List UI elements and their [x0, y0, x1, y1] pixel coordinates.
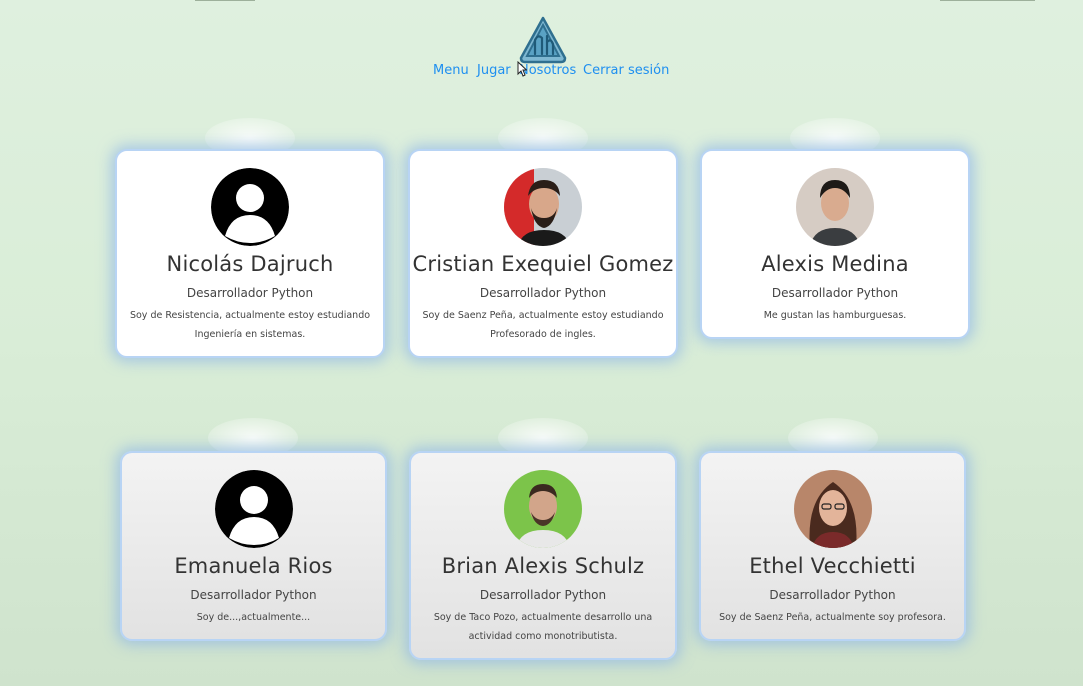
member-name: Cristian Exequiel Gomez — [412, 252, 674, 276]
member-name: Brian Alexis Schulz — [441, 554, 645, 578]
nav-link-cerrar-sesion[interactable]: Cerrar sesión — [583, 63, 669, 78]
member-name: Alexis Medina — [761, 252, 909, 276]
member-role: Desarrollador Python — [479, 588, 607, 602]
person-photo — [793, 470, 872, 548]
team-member-card: Nicolás Dajruch Desarrollador Python Soy… — [115, 149, 385, 358]
nav-link-menu[interactable]: Menu — [433, 63, 469, 78]
team-member-card: Cristian Exequiel Gomez Desarrollador Py… — [408, 149, 678, 358]
team-member-card: Brian Alexis Schulz Desarrollador Python… — [409, 451, 677, 660]
top-divider-right — [940, 0, 1035, 1]
main-nav: Menu Jugar Nosotros Cerrar sesión — [0, 63, 1083, 83]
avatar — [214, 470, 293, 548]
person-photo — [504, 470, 582, 548]
person-photo — [796, 168, 874, 246]
user-silhouette-icon — [211, 168, 289, 246]
member-description: Soy de Saenz Peña, actualmente estoy est… — [422, 310, 664, 340]
team-member-card: Alexis Medina Desarrollador Python Me gu… — [700, 149, 970, 339]
member-name: Nicolás Dajruch — [166, 252, 334, 276]
member-description: Soy de Saenz Peña, actualmente soy profe… — [719, 612, 946, 623]
avatar — [796, 168, 874, 246]
nav-link-jugar[interactable]: Jugar — [477, 63, 511, 78]
person-photo — [504, 168, 582, 246]
member-description: Soy de Resistencia, actualmente estoy es… — [129, 310, 371, 340]
member-role: Desarrollador Python — [769, 588, 896, 602]
top-divider-left — [195, 0, 255, 1]
member-role: Desarrollador Python — [771, 286, 899, 300]
member-role: Desarrollador Python — [190, 588, 317, 602]
nav-link-nosotros[interactable]: Nosotros — [519, 63, 576, 78]
member-name: Emanuela Rios — [174, 554, 333, 578]
avatar — [504, 470, 582, 548]
member-role: Desarrollador Python — [479, 286, 607, 300]
avatar — [504, 168, 582, 246]
member-name: Ethel Vecchietti — [749, 554, 916, 578]
member-description: Soy de Taco Pozo, actualmente desarrollo… — [433, 612, 653, 642]
avatar — [211, 168, 289, 246]
user-silhouette-icon — [214, 470, 293, 548]
member-description: Soy de...,actualmente... — [196, 612, 311, 623]
mouse-cursor-icon — [517, 61, 527, 77]
team-member-card: Emanuela Rios Desarrollador Python Soy d… — [120, 451, 387, 641]
member-description: Me gustan las hamburguesas. — [763, 310, 907, 321]
logo-icon[interactable] — [518, 16, 568, 64]
team-member-card: Ethel Vecchietti Desarrollador Python So… — [699, 451, 966, 641]
member-role: Desarrollador Python — [186, 286, 314, 300]
avatar — [793, 470, 872, 548]
